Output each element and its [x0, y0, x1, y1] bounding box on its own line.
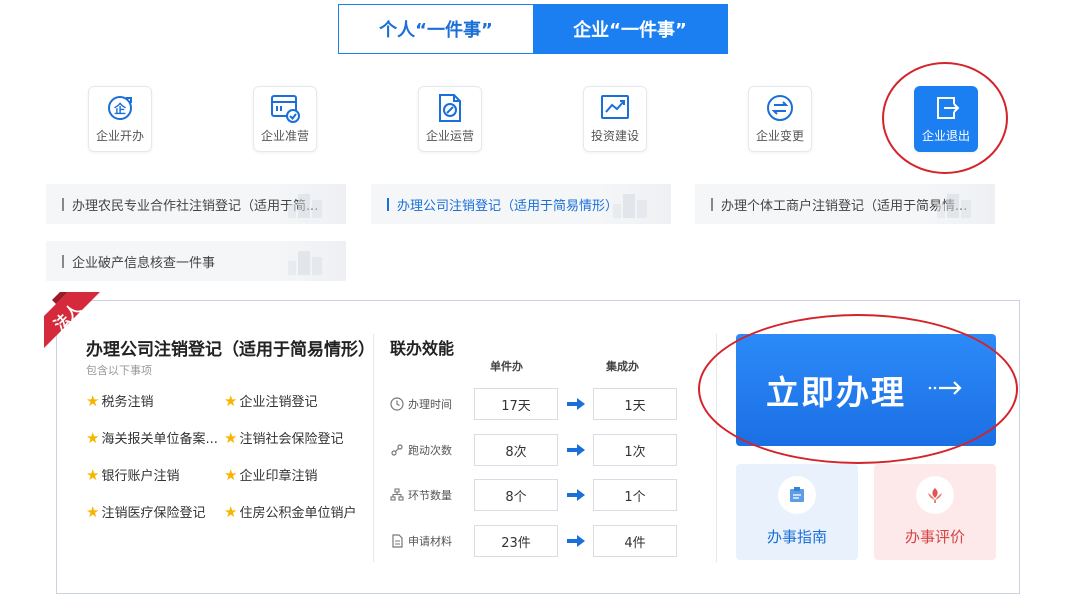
value-single: 8个 [474, 479, 558, 511]
evaluation-icon-wrap [916, 476, 954, 514]
column-header-single: 单件办 [490, 360, 523, 373]
tab-personal[interactable]: 个人“一件事” [339, 5, 533, 53]
star-icon: ★ [86, 502, 100, 521]
list-item[interactable]: 企业破产信息核查一件事 [46, 241, 346, 281]
arrow-right-icon [928, 381, 962, 395]
divider [373, 334, 374, 562]
efficiency-row-label: 环节数量 [390, 487, 452, 503]
detail-subtitle: 包含以下事项 [86, 364, 152, 377]
service-type-tabs: 个人“一件事” 企业“一件事” [338, 4, 728, 54]
building-icon [613, 194, 647, 218]
sub-item: ★ 银行账户注销 [86, 465, 180, 485]
company-open-icon: 企 [108, 96, 132, 120]
item-marker [711, 198, 713, 211]
clock-icon [390, 397, 404, 411]
star-icon: ★ [224, 465, 238, 484]
arrow-right-icon [567, 444, 585, 456]
star-icon: ★ [86, 391, 100, 410]
list-item[interactable]: 办理农民专业合作社注销登记（适用于简... [46, 184, 346, 224]
star-icon: ★ [224, 428, 238, 447]
guide-card[interactable]: 办事指南 [736, 464, 858, 560]
steps-icon [390, 488, 404, 501]
arrow-right-icon [567, 398, 585, 410]
divider [716, 334, 717, 562]
investment-icon [601, 95, 629, 119]
sub-item: ★ 企业印章注销 [224, 465, 318, 485]
value-integrated: 1天 [593, 388, 677, 420]
building-icon [288, 194, 322, 218]
change-icon [767, 95, 793, 121]
category-label: 企业开办 [95, 129, 144, 143]
value-single: 23件 [474, 525, 558, 557]
value-single: 8次 [474, 434, 558, 466]
evaluation-card[interactable]: 办事评价 [874, 464, 996, 560]
sub-item: ★ 海关报关单位备案... [86, 428, 218, 448]
efficiency-row-label: 办理时间 [390, 396, 452, 412]
arrow-right-icon [567, 489, 585, 501]
guide-icon-wrap [778, 476, 816, 514]
detail-title: 办理公司注销登记（适用于简易情形） [86, 340, 375, 360]
category-company-open[interactable]: 企 企业开办 [88, 86, 152, 152]
sub-item: ★ 企业注销登记 [224, 391, 318, 411]
star-icon: ★ [86, 465, 100, 484]
document-icon [392, 534, 403, 548]
sub-item: ★ 税务注销 [86, 391, 154, 411]
list-item[interactable]: 办理个体工商户注销登记（适用于简易情... [695, 184, 995, 224]
sub-item: ★ 住房公积金单位销户 [224, 502, 357, 522]
star-icon: ★ [224, 502, 238, 521]
efficiency-row-label: 跑动次数 [390, 442, 452, 458]
category-label: 企业准营 [260, 129, 309, 143]
item-label: 企业破产信息核查一件事 [72, 255, 216, 271]
sub-item: ★ 注销医疗保险登记 [86, 502, 206, 522]
building-icon [288, 251, 322, 275]
list-item-selected[interactable]: 办理公司注销登记（适用于简易情形） [371, 184, 671, 224]
value-single: 17天 [474, 388, 558, 420]
guide-icon [790, 487, 804, 502]
category-change[interactable]: 企业变更 [748, 86, 812, 152]
exit-icon [937, 97, 960, 119]
category-label: 企业变更 [755, 129, 804, 143]
operation-icon [439, 94, 461, 122]
value-integrated: 1个 [593, 479, 677, 511]
item-label: 办理公司注销登记（适用于简易情形） [397, 198, 619, 214]
guide-label: 办事指南 [766, 528, 827, 546]
efficiency-title: 联办效能 [390, 339, 455, 358]
item-marker [62, 198, 64, 211]
category-exit[interactable]: 企业退出 [914, 86, 978, 152]
column-header-integrated: 集成办 [606, 360, 639, 373]
category-operation[interactable]: 企业运营 [418, 86, 482, 152]
item-marker [387, 198, 389, 211]
apply-now-label: 立即办理 [766, 373, 906, 412]
svg-text:企: 企 [113, 101, 127, 116]
evaluation-icon [928, 488, 942, 503]
category-permit[interactable]: 企业准营 [253, 86, 317, 152]
permit-icon [271, 95, 300, 123]
item-marker [62, 255, 64, 268]
efficiency-row-label: 申请材料 [390, 533, 452, 549]
route-icon [391, 444, 403, 456]
tab-enterprise[interactable]: 企业“一件事” [533, 5, 727, 53]
category-label: 企业运营 [425, 129, 474, 143]
evaluation-label: 办事评价 [904, 528, 965, 546]
category-label: 企业退出 [921, 129, 970, 143]
value-integrated: 1次 [593, 434, 677, 466]
arrow-right-icon [567, 535, 585, 547]
star-icon: ★ [224, 391, 238, 410]
value-integrated: 4件 [593, 525, 677, 557]
star-icon: ★ [86, 428, 100, 447]
category-investment[interactable]: 投资建设 [583, 86, 647, 152]
building-icon [937, 194, 971, 218]
category-label: 投资建设 [590, 129, 639, 143]
sub-item: ★ 注销社会保险登记 [224, 428, 344, 448]
